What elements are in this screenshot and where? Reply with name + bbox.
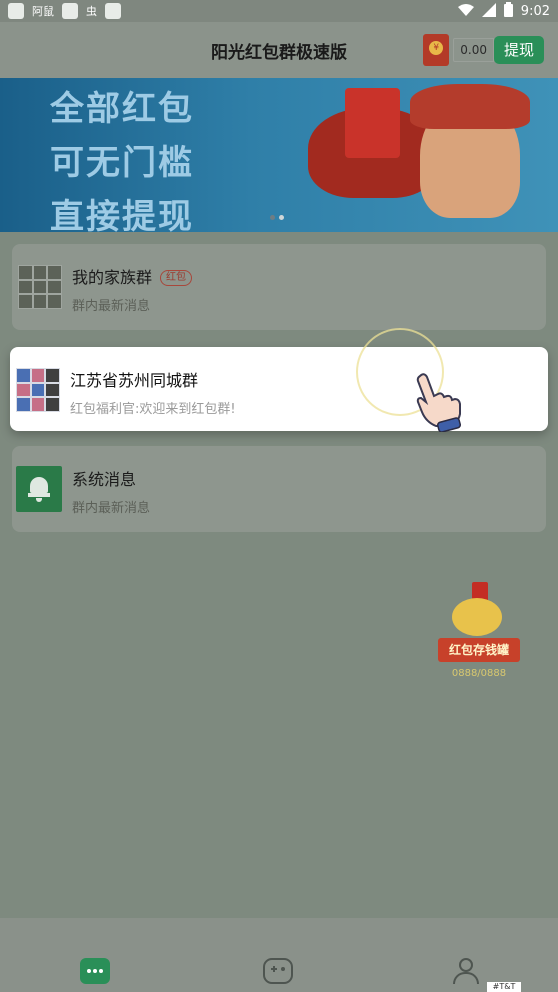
piggy-bank-counter: 0888/0888 (451, 668, 507, 679)
red-packet-badge: 红包 (160, 270, 193, 286)
tab-games[interactable] (263, 958, 293, 984)
chat-title: 我的家族群 (72, 268, 153, 287)
tab-messages[interactable] (80, 958, 110, 984)
group-avatar (18, 265, 62, 309)
chat-item-system-messages[interactable]: 系统消息 群内最新消息 (12, 446, 546, 532)
status-bar: 阿鼠 虫 9:02 (0, 0, 558, 22)
text-icon (105, 3, 121, 19)
chat-title: 系统消息 (72, 470, 137, 489)
chat-preview: 群内最新消息 (72, 501, 151, 516)
tab-profile[interactable] (451, 958, 481, 984)
signal-icon (481, 2, 496, 21)
chat-title: 江苏省苏州同城群 (70, 371, 199, 390)
carousel-dots (270, 215, 284, 220)
wallet[interactable]: ¥ 0.00 提现 (423, 34, 544, 66)
status-char-icon: 虫 (86, 5, 97, 18)
withdraw-button[interactable]: 提现 (493, 36, 544, 64)
promo-banner[interactable]: 全部红包 可无门槛 直接提现 (0, 78, 558, 232)
piggy-bank-label: 红包存钱罐 (438, 638, 520, 662)
red-envelope-icon: ¥ (423, 34, 450, 66)
app-header: 阳光红包群极速版 ¥ 0.00 提现 (0, 22, 558, 78)
piggy-bank-widget[interactable]: 红包存钱罐 0888/0888 (434, 580, 524, 684)
wealth-god-hat (410, 84, 530, 129)
status-app-label: 阿鼠 (32, 5, 54, 18)
square-app-icon (62, 3, 78, 19)
yuan-icon: ¥ (429, 41, 444, 55)
balance-amount: 0.00 (453, 38, 494, 62)
chat-preview: 红包福利官:欢迎来到红包群! (70, 402, 236, 417)
user-icon (459, 958, 473, 972)
battery-icon (503, 2, 513, 21)
group-avatar (16, 368, 60, 412)
pointing-hand-icon (412, 372, 464, 436)
banner-line: 全部红包 (50, 89, 194, 129)
chat-item-family-group[interactable]: 我的家族群 红包 群内最新消息 (12, 244, 546, 330)
banner-line: 可无门槛 (50, 143, 194, 183)
game-controller-icon (8, 3, 24, 19)
gamepad-icon (271, 966, 285, 972)
chat-item-suzhou-group[interactable]: 江苏省苏州同城群 红包福利官:欢迎来到红包群! (10, 347, 548, 431)
wifi-icon (457, 3, 474, 21)
piggy-bank-icon (452, 598, 502, 636)
banner-line: 直接提现 (50, 197, 194, 232)
bottom-tab-bar (0, 918, 558, 992)
bell-icon (16, 466, 62, 512)
banner-text: 全部红包 可无门槛 直接提现 (50, 82, 194, 232)
clock: 9:02 (520, 4, 550, 19)
red-envelope-image (345, 88, 400, 158)
chat-preview: 群内最新消息 (72, 299, 151, 314)
corner-watermark: #T&T (487, 982, 521, 992)
